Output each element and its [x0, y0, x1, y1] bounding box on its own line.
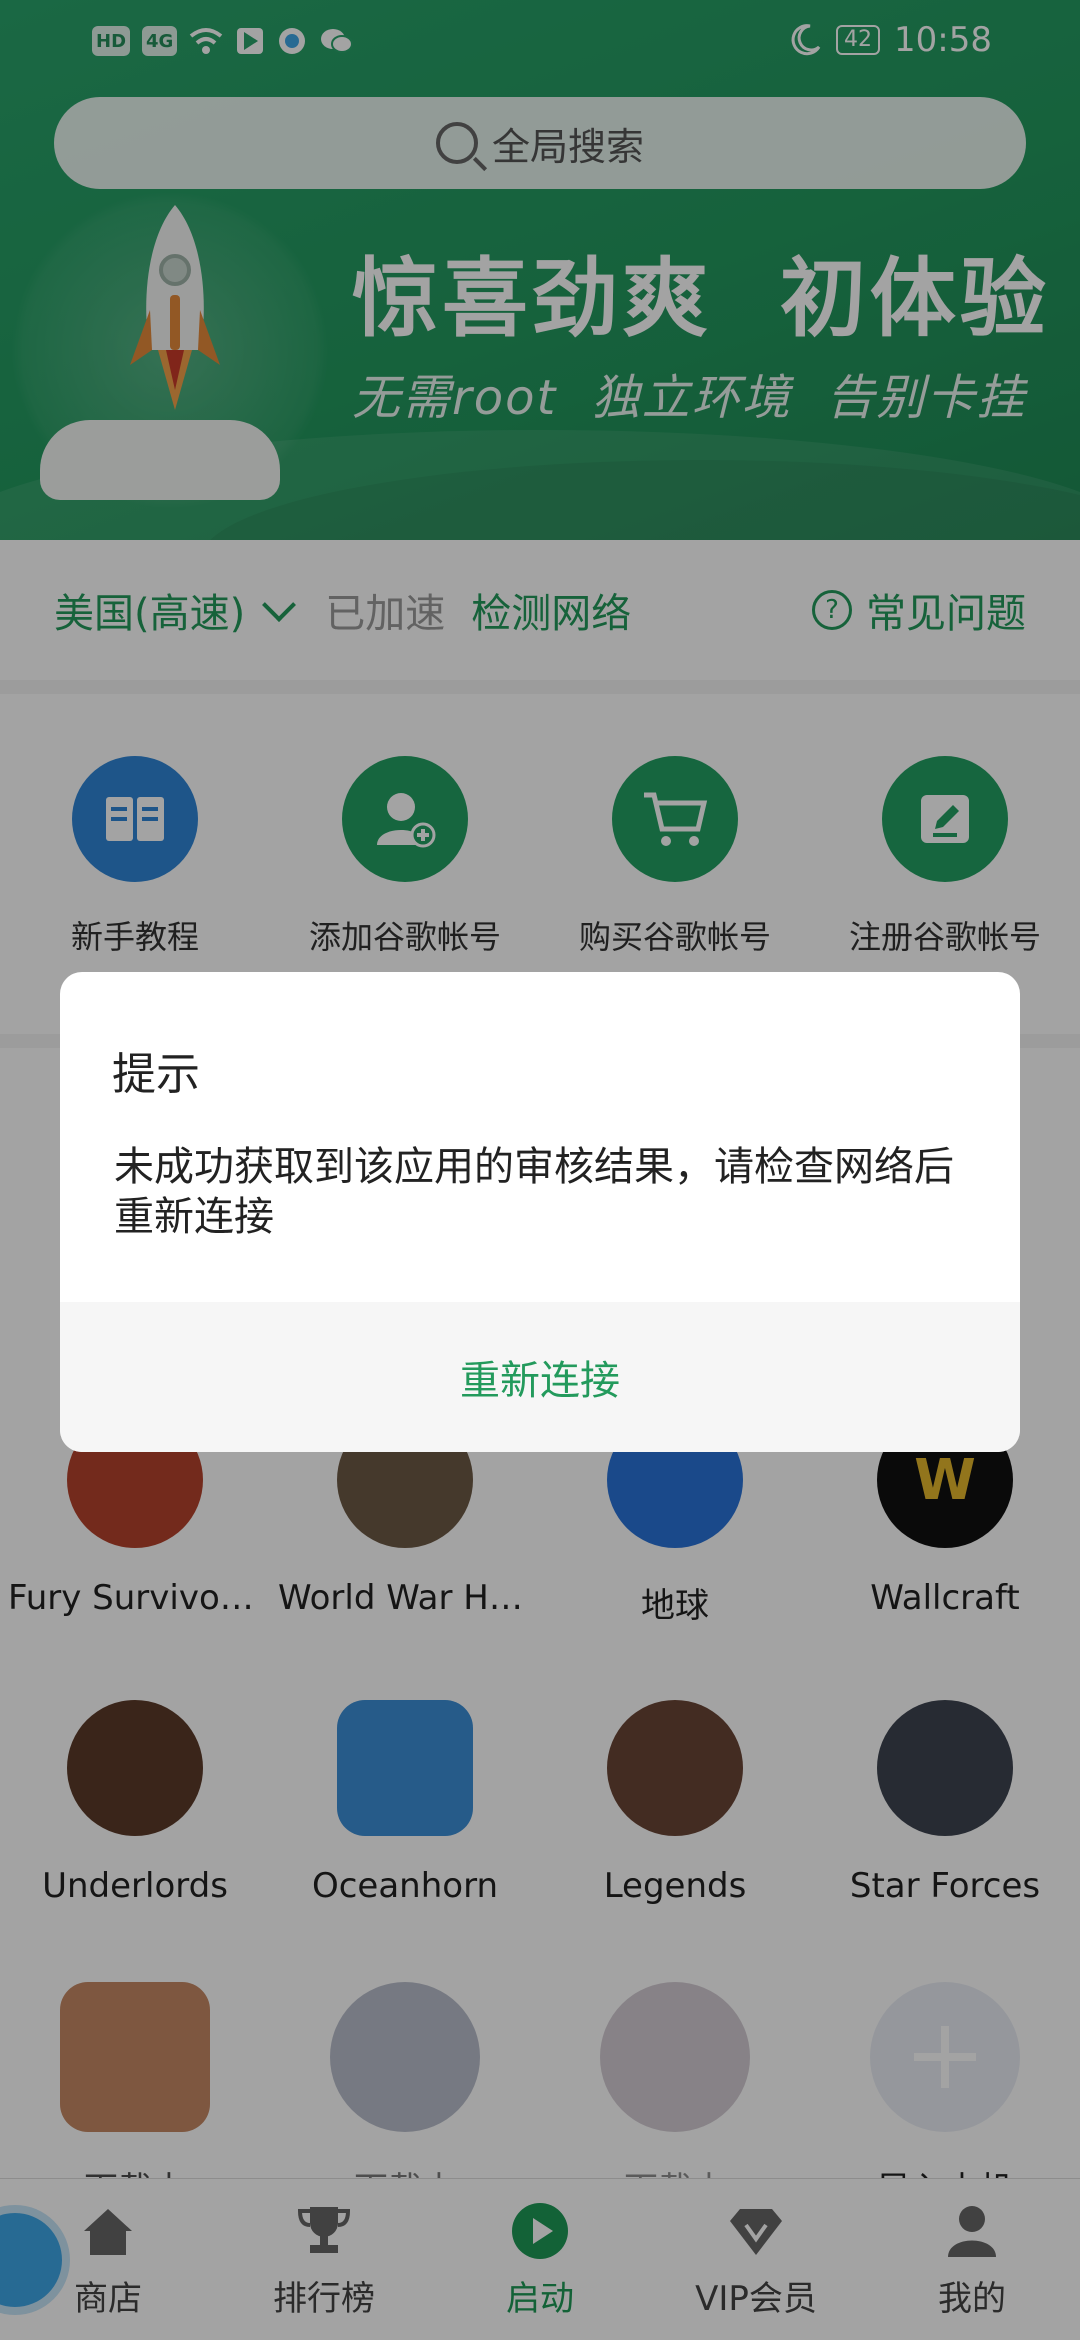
dialog-message: 未成功获取到该应用的审核结果，请检查网络后重新连接: [114, 1144, 954, 1240]
dialog-title: 提示: [112, 1049, 200, 1100]
alert-dialog: 提示 未成功获取到该应用的审核结果，请检查网络后重新连接 重新连接: [60, 972, 1020, 1452]
dialog-actions: 重新连接: [60, 1302, 1020, 1452]
reconnect-button[interactable]: 重新连接: [460, 1348, 620, 1406]
